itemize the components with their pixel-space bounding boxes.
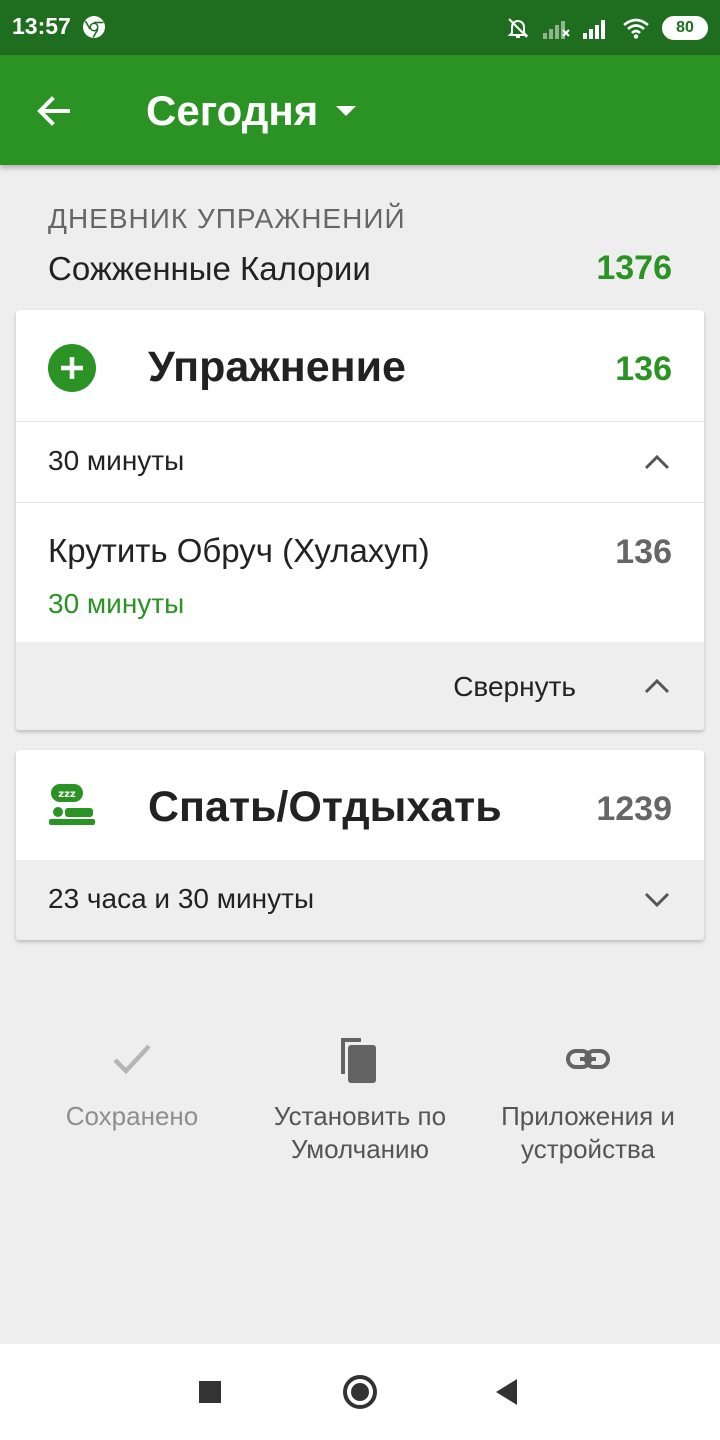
date-selector[interactable]: Сегодня xyxy=(146,87,357,135)
wifi-icon xyxy=(623,18,649,39)
page-title: Сегодня xyxy=(146,87,319,134)
sleep-card-title: Спать/Отдыхать xyxy=(148,783,502,831)
status-bar: 13:57 80 xyxy=(0,0,720,55)
exercise-item-row[interactable] xyxy=(16,503,704,642)
calories-burned-label: Сожженные Калории xyxy=(48,250,371,287)
bell-off-icon xyxy=(507,18,529,38)
link-icon xyxy=(566,1049,610,1069)
calories-burned-value: 1376 xyxy=(596,249,672,287)
home-circle-icon[interactable] xyxy=(340,1372,380,1412)
exercise-card-title: Упражнение xyxy=(148,343,406,391)
copy-icon xyxy=(341,1038,376,1083)
svg-text:zzz: zzz xyxy=(58,789,76,800)
exercise-duration-row[interactable]: 30 минуты xyxy=(16,422,704,502)
exercise-card-value: 136 xyxy=(615,350,672,388)
collapse-label: Свернуть xyxy=(453,671,576,702)
signal-icon xyxy=(583,20,605,39)
status-time: 13:57 xyxy=(12,13,71,39)
sleep-card-value: 1239 xyxy=(596,790,672,828)
apps-devices-label: Приложения и устройства xyxy=(501,1101,675,1164)
sleep-icon: zzz xyxy=(49,784,95,825)
saved-action[interactable]: Сохранено xyxy=(32,1030,232,1133)
battery-icon: 80 xyxy=(662,16,708,40)
exercise-item-calories: 136 xyxy=(615,533,672,571)
chevron-down-icon xyxy=(644,892,670,908)
set-default-label: Установить по Умолчанию xyxy=(273,1101,447,1164)
sleep-duration-row[interactable]: 23 часа и 30 минуты xyxy=(16,860,704,940)
plus-circle-icon[interactable] xyxy=(48,344,96,392)
sleep-card: zzz Спать/Отдыхать 1239 23 часа и 30 мин… xyxy=(16,750,704,940)
exercise-duration-label: 30 минуты xyxy=(48,445,185,476)
app-bar: Сегодня xyxy=(0,55,720,165)
section-label: ДНЕВНИК УПРАЖНЕНИЙ xyxy=(48,203,406,234)
battery-level: 80 xyxy=(676,19,694,36)
signal-weak-icon xyxy=(543,21,570,39)
arrow-left-icon[interactable] xyxy=(32,89,76,133)
exercise-card-header: Упражнение 136 xyxy=(16,310,704,422)
apps-devices-action[interactable]: Приложения и устройства xyxy=(488,1030,688,1166)
chrome-icon xyxy=(83,16,105,38)
recents-square-icon[interactable] xyxy=(190,1372,230,1412)
exercise-item-duration: 30 минуты xyxy=(48,588,185,619)
caret-down-icon xyxy=(336,106,357,116)
checkmark-icon xyxy=(113,1044,151,1075)
back-triangle-icon[interactable] xyxy=(488,1372,528,1412)
sleep-duration-label: 23 часа и 30 минуты xyxy=(48,883,315,914)
exercise-card: Упражнение 136 30 минуты Крутить Обруч (… xyxy=(16,310,704,730)
exercise-item-name: Крутить Обруч (Хулахуп) xyxy=(48,532,430,569)
chevron-up-icon xyxy=(644,454,670,470)
sleep-card-header: zzz Спать/Отдыхать 1239 xyxy=(16,750,704,860)
chevron-up-icon xyxy=(644,678,670,694)
system-nav-bar xyxy=(0,1344,720,1440)
set-default-action[interactable]: Установить по Умолчанию xyxy=(260,1030,460,1166)
saved-label: Сохранено xyxy=(65,1101,199,1131)
action-bar: Сохранено Установить по Умолчанию Прилож… xyxy=(0,1030,720,1230)
collapse-button[interactable]: Свернуть xyxy=(16,642,704,730)
